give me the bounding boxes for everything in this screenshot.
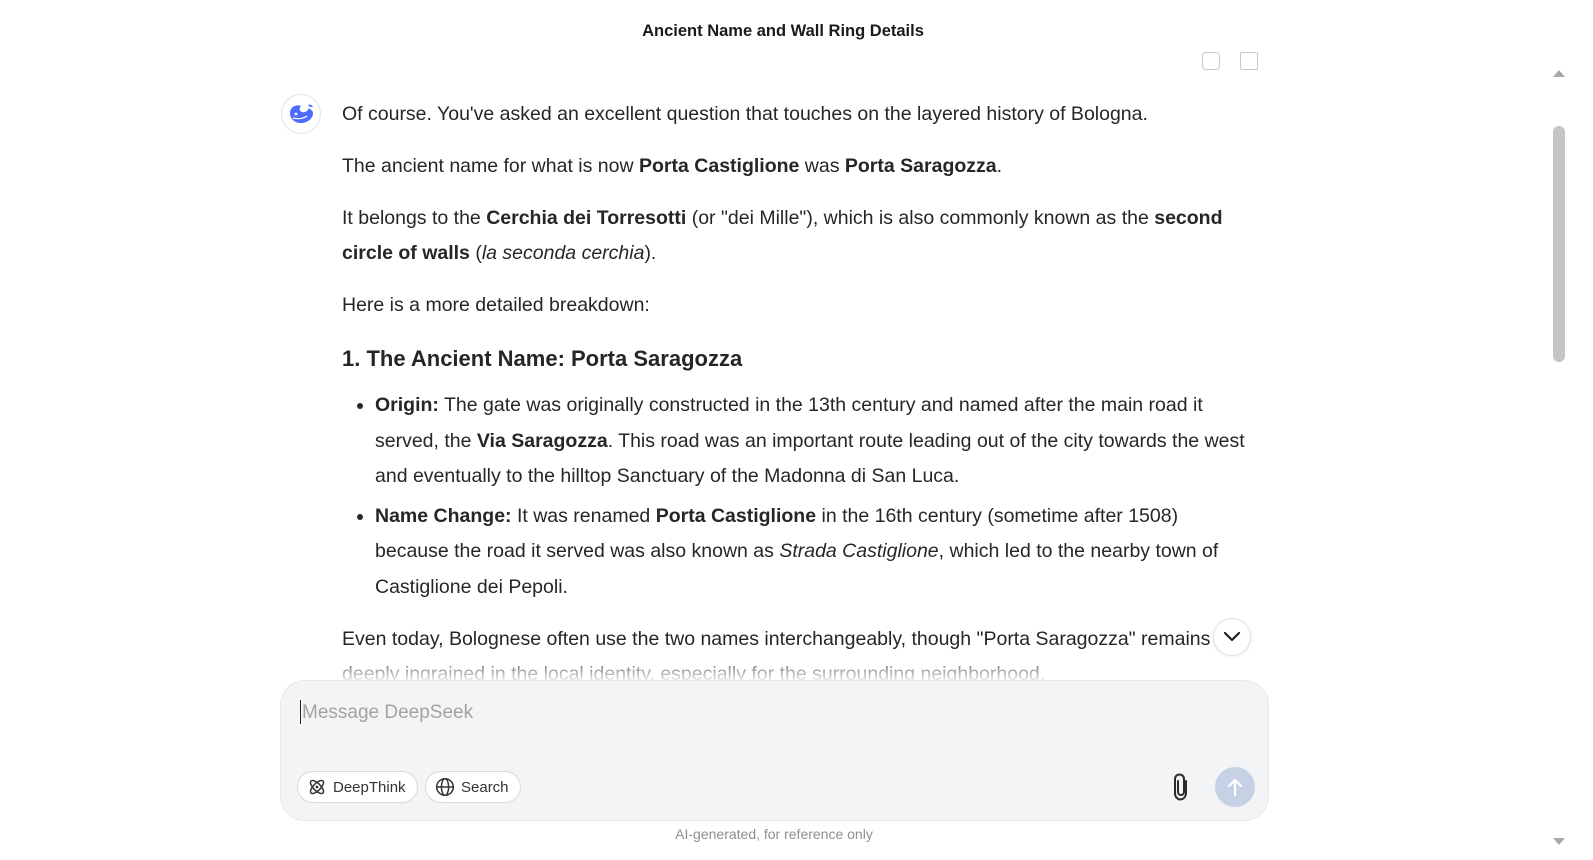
deepseek-whale-icon: [290, 104, 313, 123]
list-item: Name Change: It was renamed Porta Castig…: [375, 499, 1247, 606]
assistant-message: Of course. You've asked an excellent que…: [342, 97, 1247, 682]
assistant-avatar: [281, 94, 321, 134]
message-actions-faded: [1198, 52, 1268, 70]
content-fade: [0, 652, 1540, 682]
message-composer: DeepThink Search: [281, 681, 1268, 820]
text-span: ).: [644, 241, 657, 264]
copy-icon[interactable]: [1202, 52, 1220, 70]
text-span: (: [469, 241, 482, 264]
scroll-to-bottom-button[interactable]: [1213, 618, 1251, 656]
message-paragraph: The ancient name for what is now Porta C…: [342, 149, 1247, 184]
text-span: The ancient name for what is now: [342, 155, 639, 177]
page-title: Ancient Name and Wall Ring Details: [642, 22, 924, 40]
deepthink-label: DeepThink: [333, 778, 406, 796]
text-caret: [300, 700, 301, 724]
message-input[interactable]: [300, 697, 1204, 729]
atom-icon: [309, 779, 325, 795]
search-toggle[interactable]: Search: [425, 771, 521, 803]
text-span: It was renamed: [511, 504, 656, 527]
bullet-label: Name Change:: [375, 504, 512, 527]
edit-icon[interactable]: [1240, 52, 1258, 70]
scrollbar[interactable]: [1565, 66, 1593, 856]
message-paragraph: Here is a more detailed breakdown:: [342, 293, 650, 316]
bold-text: Via Saragozza: [476, 429, 608, 452]
attach-button[interactable]: [1167, 770, 1195, 804]
message-paragraph: Of course. You've asked an excellent que…: [342, 103, 1148, 125]
text-span: .: [996, 155, 1003, 177]
bullet-label: Origin:: [375, 394, 439, 416]
paperclip-icon: [1174, 773, 1187, 801]
list-item: Origin: The gate was originally construc…: [375, 388, 1247, 495]
scrollbar-thumb[interactable]: [1553, 126, 1565, 362]
chat-viewport: Of course. You've asked an excellent que…: [0, 82, 1540, 682]
bold-text: Porta Saragozza: [844, 155, 997, 177]
bold-text: Cerchia dei Torresotti: [486, 207, 687, 229]
text-span: was: [799, 155, 845, 177]
scroll-up-arrow-icon[interactable]: [1553, 70, 1565, 77]
italic-text: Strada Castiglione: [779, 540, 939, 562]
bullet-list: Origin: The gate was originally construc…: [342, 388, 1247, 605]
globe-icon: [435, 777, 455, 797]
chevron-down-icon: [1223, 631, 1241, 642]
deepthink-toggle[interactable]: DeepThink: [297, 771, 418, 803]
section-heading: 1. The Ancient Name: Porta Saragozza: [342, 346, 743, 371]
bold-text: Porta Castiglione: [639, 155, 800, 177]
text-span: It belongs to the: [342, 207, 487, 229]
send-button[interactable]: [1215, 767, 1255, 807]
search-label: Search: [461, 778, 509, 796]
text-span: (or "dei Mille"), which is also commonly…: [686, 207, 1155, 229]
italic-text: la seconda cerchia: [481, 241, 645, 264]
arrow-up-icon: [1227, 778, 1243, 797]
ai-disclaimer: AI-generated, for reference only: [675, 826, 873, 842]
bold-text: Porta Castiglione: [655, 504, 817, 527]
scroll-down-arrow-icon[interactable]: [1553, 838, 1565, 845]
message-paragraph: It belongs to the Cerchia dei Torresotti…: [342, 201, 1247, 270]
